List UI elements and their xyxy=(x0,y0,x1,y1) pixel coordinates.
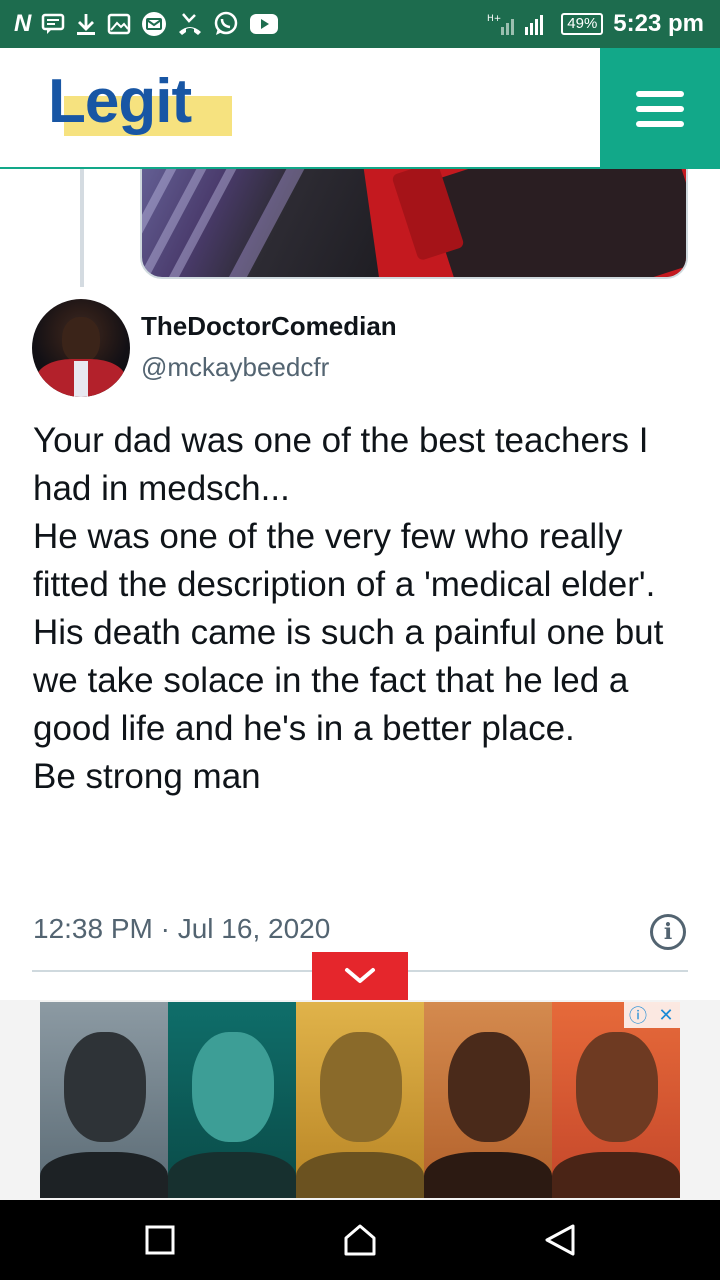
logo-text: Legit xyxy=(48,67,192,136)
tweet-line: Be strong man xyxy=(33,757,261,796)
ad-portrait xyxy=(168,1002,296,1198)
tweet-line: His death came is such a painful one but… xyxy=(33,613,664,748)
info-icon[interactable]: i xyxy=(650,914,686,950)
battery-indicator: 49% xyxy=(561,13,604,35)
status-bar: N H+ 49% 5:23 pm xyxy=(0,0,720,48)
tweet-timestamp[interactable]: 12:38 PM · Jul 16, 2020 xyxy=(33,913,330,945)
ad-portrait-body xyxy=(168,1152,296,1198)
download-icon xyxy=(75,12,97,36)
home-icon[interactable] xyxy=(340,1220,380,1260)
ad-portrait-body xyxy=(424,1152,552,1198)
collapse-ad-button[interactable] xyxy=(312,952,408,1000)
author-name[interactable]: TheDoctorComedian xyxy=(141,311,397,342)
ad-portrait xyxy=(424,1002,552,1198)
media-stripe xyxy=(226,169,336,277)
site-header: Legit xyxy=(0,48,720,169)
avatar[interactable] xyxy=(32,299,130,397)
whatsapp-icon xyxy=(213,11,239,37)
ad-info-icon[interactable]: ⓘ xyxy=(624,1002,652,1028)
ad-portrait-face xyxy=(320,1032,402,1142)
n-badge-icon: N xyxy=(14,10,32,37)
notification-icons: N xyxy=(14,8,279,40)
hamburger-icon xyxy=(636,120,684,127)
message-icon xyxy=(41,13,65,35)
avatar-shirt xyxy=(74,361,88,397)
hamburger-icon xyxy=(636,105,684,112)
ad-portrait-face xyxy=(64,1032,146,1142)
legit-logo[interactable]: Legit xyxy=(48,66,234,138)
ad-portrait xyxy=(296,1002,424,1198)
ad-close-icon[interactable]: ✕ xyxy=(652,1002,680,1028)
ad-portrait xyxy=(40,1002,168,1198)
chevron-down-icon xyxy=(345,968,375,983)
menu-button[interactable] xyxy=(600,48,720,169)
avatar-face xyxy=(62,317,100,363)
status-time: 5:23 pm xyxy=(613,10,704,37)
tweet-text: Your dad was one of the best teachers I … xyxy=(33,417,693,801)
tweet-line: Your dad was one of the best teachers I … xyxy=(33,421,649,508)
missed-call-icon xyxy=(177,12,203,36)
media-dark-region xyxy=(423,169,686,277)
author-handle[interactable]: @mckaybeedcfr xyxy=(141,352,329,383)
thread-line xyxy=(80,169,84,287)
ad-portrait-face xyxy=(448,1032,530,1142)
navigation-bar xyxy=(0,1200,720,1280)
ad-portrait-face xyxy=(192,1032,274,1142)
ad-portrait xyxy=(552,1002,680,1198)
svg-text:H+: H+ xyxy=(487,14,501,24)
system-status: H+ 49% 5:23 pm xyxy=(487,8,704,40)
mail-icon xyxy=(141,11,167,37)
recents-square-icon[interactable] xyxy=(140,1220,180,1260)
back-triangle-icon[interactable] xyxy=(540,1220,580,1260)
ad-banner[interactable] xyxy=(40,1002,680,1198)
tweet-line: He was one of the very few who really fi… xyxy=(33,517,656,604)
ad-portrait-body xyxy=(40,1152,168,1198)
hamburger-icon xyxy=(636,90,684,97)
tweet-media-image[interactable] xyxy=(140,169,688,279)
ad-portrait-face xyxy=(576,1032,658,1142)
ad-choices[interactable]: ⓘ ✕ xyxy=(624,1002,680,1028)
youtube-icon xyxy=(249,13,279,35)
image-icon xyxy=(107,13,131,35)
ad-portrait-body xyxy=(296,1152,424,1198)
ad-portrait-body xyxy=(552,1152,680,1198)
ad-container: ⓘ ✕ xyxy=(0,1000,720,1200)
signal-icon: H+ xyxy=(487,11,551,37)
embedded-tweet: TheDoctorComedian @mckaybeedcfr Your dad… xyxy=(0,169,720,1000)
